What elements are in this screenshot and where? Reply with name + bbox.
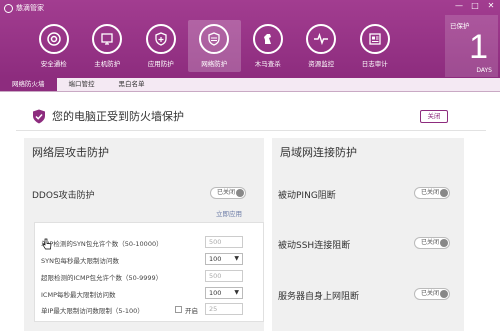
protected-days-box: 已保护 1 DAYS xyxy=(445,15,498,77)
ping-block-toggle[interactable]: 已关闭 xyxy=(414,187,450,199)
nav-item-resource-monitor[interactable]: 资源监控 xyxy=(295,20,349,72)
nav-item-scan[interactable]: 安全通检 xyxy=(27,20,81,72)
toggle-label: 已关闭 xyxy=(421,239,440,246)
tab-firewall[interactable]: 网络防火墙 xyxy=(0,78,57,91)
tab-black-white-list[interactable]: 黑白名单 xyxy=(107,78,157,91)
nav-item-network-protect[interactable]: 网络防护 xyxy=(187,20,241,72)
host-protect-icon xyxy=(92,24,123,54)
sub-tabs: 网络防火墙 端口管控 黑白名单 xyxy=(0,78,500,92)
nav-item-host-protect[interactable]: 主机防护 xyxy=(81,20,135,72)
nav-label: 木马查杀 xyxy=(254,60,281,68)
select-value: 100 xyxy=(209,255,222,263)
panel-title: 网络层攻击防护 xyxy=(32,146,109,159)
nav-label: 主机防护 xyxy=(94,60,121,68)
ddos-settings-box: 单IP检测的SYN包允许个数（50-10000） 500 SYN包每秒最大限制访… xyxy=(34,222,264,322)
main-nav: 安全通检 主机防护 应用防护 网络防护 木马查杀 资源监控 日志审计 xyxy=(27,20,402,72)
server-net-block-label: 服务器自身上网阻断 xyxy=(278,292,360,302)
network-protect-icon xyxy=(199,24,230,54)
log-audit-icon xyxy=(359,24,390,54)
ssh-block-toggle[interactable]: 已关闭 xyxy=(414,237,450,249)
syn-count-input[interactable]: 500 xyxy=(205,236,243,248)
ping-block-label: 被动PING阻断 xyxy=(278,191,336,201)
nav-label: 应用防护 xyxy=(147,60,174,68)
ddos-label: DDOS攻击防护 xyxy=(32,191,95,201)
minimize-button[interactable]: — xyxy=(454,1,464,11)
status-text: 您的电脑正受到防火墙保护 xyxy=(52,110,184,123)
field-label: 单IP最大限制访问数限制（5-100） xyxy=(41,307,144,315)
nav-label: 资源监控 xyxy=(308,60,335,68)
enable-checkbox[interactable] xyxy=(175,306,182,313)
days-unit: DAYS xyxy=(476,67,492,74)
nav-label: 日志审计 xyxy=(361,60,388,68)
ddos-toggle[interactable]: 已关闭 xyxy=(210,187,246,199)
icmp-rate-select[interactable]: 100 ▼ xyxy=(205,287,243,299)
close-firewall-button[interactable]: 关闭 xyxy=(420,110,448,123)
server-net-block-toggle[interactable]: 已关闭 xyxy=(414,288,450,300)
close-button[interactable]: ✕ xyxy=(486,1,496,11)
top-header: 慈滴管家 — □ ✕ 安全通检 主机防护 应用防护 网络防护 木马查杀 资源监控… xyxy=(0,0,500,78)
days-prefix: 已保护 xyxy=(450,22,470,30)
days-count: 1 xyxy=(469,28,488,66)
app-logo-icon xyxy=(4,3,13,13)
nav-item-log-audit[interactable]: 日志审计 xyxy=(348,20,402,72)
field-label: 单IP检测的SYN包允许个数（50-10000） xyxy=(41,240,163,248)
ip-limit-input[interactable]: 25 xyxy=(205,303,243,315)
firewall-status: 您的电脑正受到防火墙保护 xyxy=(32,108,184,124)
ssh-block-label: 被动SSH连接阻断 xyxy=(278,241,351,251)
checkbox-label: 开启 xyxy=(185,307,198,315)
lan-protection-panel: 局域网连接防护 被动PING阻断 已关闭 被动SSH连接阻断 已关闭 服务器自身… xyxy=(272,138,464,331)
network-layer-panel: 网络层攻击防护 DDOS攻击防护 已关闭 立即应用 单IP检测的SYN包允许个数… xyxy=(24,138,264,331)
toggle-label: 已关闭 xyxy=(421,290,440,297)
toggle-label: 已关闭 xyxy=(421,189,440,196)
panel-title: 局域网连接防护 xyxy=(280,146,357,159)
toggle-knob xyxy=(440,239,448,247)
chevron-down-icon: ▼ xyxy=(234,255,239,262)
select-value: 100 xyxy=(209,289,222,297)
app-protect-icon xyxy=(145,24,176,54)
nav-item-trojan-kill[interactable]: 木马查杀 xyxy=(241,20,295,72)
apply-now-link[interactable]: 立即应用 xyxy=(216,208,242,218)
trojan-kill-icon xyxy=(252,24,283,54)
toggle-knob xyxy=(440,290,448,298)
toggle-label: 已关闭 xyxy=(217,189,236,196)
app-title: 慈滴管家 xyxy=(16,4,44,12)
shield-check-icon xyxy=(33,109,45,123)
hand-cursor-icon xyxy=(42,238,52,250)
chevron-down-icon: ▼ xyxy=(234,289,239,296)
resource-monitor-icon xyxy=(306,24,337,54)
title-bar: 慈滴管家 xyxy=(4,2,44,14)
scan-icon xyxy=(38,24,69,54)
syn-rate-select[interactable]: 100 ▼ xyxy=(205,253,243,265)
field-label: ICMP每秒最大限制访问数 xyxy=(41,291,116,299)
toggle-knob xyxy=(440,189,448,197)
field-label: 超限检测的ICMP包允许个数（50-9999） xyxy=(41,274,163,282)
field-label: SYN包每秒最大限制访问数 xyxy=(41,257,119,265)
nav-label: 网络防护 xyxy=(201,60,228,68)
window-controls: — □ ✕ xyxy=(454,1,496,11)
tab-port-control[interactable]: 端口管控 xyxy=(57,78,107,91)
icmp-count-input[interactable]: 500 xyxy=(205,270,243,282)
nav-item-app-protect[interactable]: 应用防护 xyxy=(134,20,188,72)
toggle-knob xyxy=(236,189,244,197)
maximize-button[interactable]: □ xyxy=(470,1,480,11)
nav-label: 安全通检 xyxy=(40,60,67,68)
divider xyxy=(16,130,486,131)
